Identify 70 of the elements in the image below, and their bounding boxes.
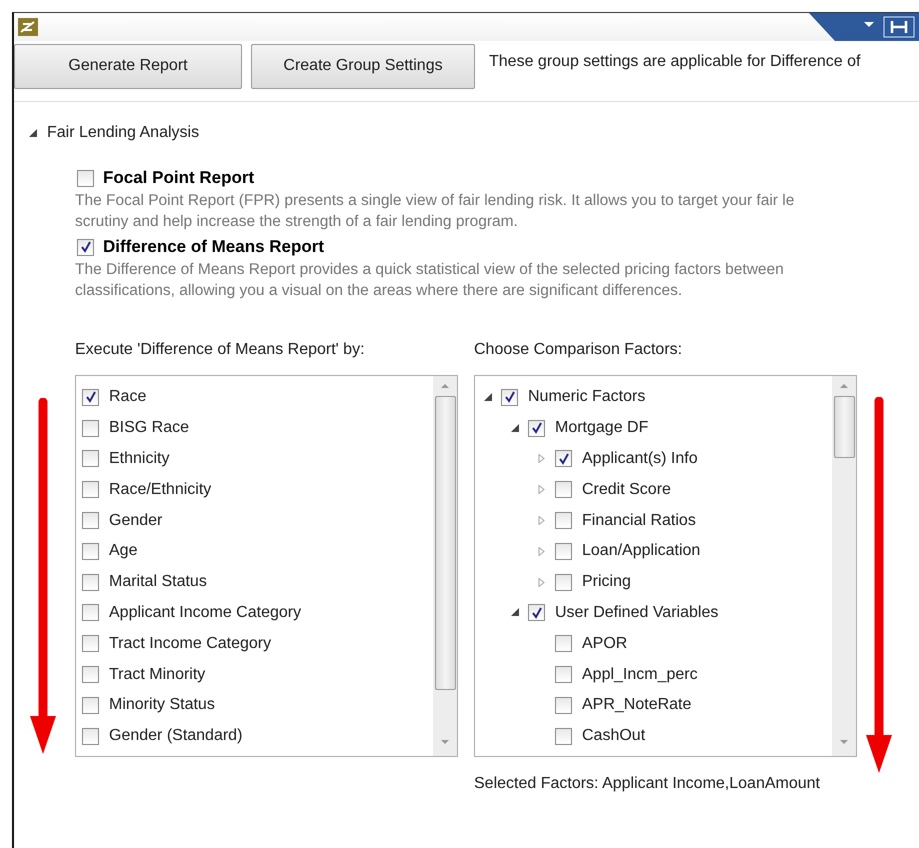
- report-description: The Difference of Means Report provides a quick statistical view of the selected pricing factors between: [75, 260, 785, 280]
- list-item[interactable]: Applicant Income Category: [109, 604, 302, 622]
- checkbox[interactable]: [82, 696, 99, 714]
- checkbox[interactable]: [528, 604, 545, 622]
- scrollbar[interactable]: [433, 376, 457, 756]
- report-label: Focal Point Report: [103, 168, 254, 188]
- list-item[interactable]: Tract Minority: [109, 666, 206, 684]
- checkbox[interactable]: [555, 728, 572, 745]
- collapse-triangle-icon[interactable]: [511, 424, 519, 433]
- list-item[interactable]: Age: [109, 542, 138, 560]
- checkbox[interactable]: [77, 170, 94, 186]
- checkbox[interactable]: [82, 512, 99, 530]
- logo-icon: [18, 18, 38, 36]
- checkbox[interactable]: [82, 420, 99, 437]
- list-item[interactable]: Marital Status: [109, 573, 207, 592]
- tree-item[interactable]: APR_NoteRate: [582, 696, 692, 714]
- list-item[interactable]: Tract Income Category: [109, 634, 272, 653]
- checkbox[interactable]: [528, 420, 545, 437]
- tree-item[interactable]: Mortgage DF: [555, 419, 648, 438]
- checkbox[interactable]: [82, 388, 99, 406]
- list-item[interactable]: Minority Status: [109, 696, 215, 714]
- checkbox[interactable]: [82, 481, 99, 498]
- checkbox[interactable]: [501, 388, 518, 406]
- checkbox[interactable]: [82, 542, 99, 560]
- toolbar-button[interactable]: Create Group Settings: [251, 44, 475, 88]
- list-item[interactable]: Race: [109, 388, 146, 406]
- collapse-triangle-icon[interactable]: [484, 392, 492, 402]
- report-description: classifications, allowing you a visual on the areas where there are significant differences.: [75, 281, 684, 301]
- expand-triangle-icon[interactable]: [29, 129, 37, 137]
- checkbox[interactable]: [555, 450, 572, 468]
- list-label: Execute 'Difference of Means Report' by:: [75, 341, 366, 359]
- checkbox[interactable]: [82, 604, 99, 622]
- tree-label: Choose Comparison Factors:: [474, 341, 684, 359]
- checkbox[interactable]: [555, 666, 572, 684]
- scrollbar[interactable]: [832, 376, 856, 756]
- tree-item[interactable]: Appl_Incm_perc: [582, 666, 698, 684]
- checkbox[interactable]: [555, 512, 572, 530]
- list-item[interactable]: Gender: [109, 512, 162, 530]
- tree-item[interactable]: Pricing: [582, 573, 631, 592]
- section-title: Fair Lending Analysis: [47, 124, 200, 142]
- tree-item[interactable]: User Defined Variables: [555, 604, 718, 622]
- checkbox[interactable]: [555, 574, 572, 591]
- toolbar-button[interactable]: Generate Report: [14, 44, 242, 88]
- checkbox[interactable]: [555, 635, 572, 652]
- list-item[interactable]: BISG Race: [109, 419, 190, 438]
- checkbox[interactable]: [77, 238, 94, 256]
- tree-item[interactable]: Numeric Factors: [528, 388, 646, 406]
- tree-item[interactable]: Loan/Application: [582, 542, 700, 560]
- checkbox[interactable]: [555, 696, 572, 714]
- tree-item[interactable]: Credit Score: [582, 480, 671, 499]
- tree-item[interactable]: Financial Ratios: [582, 512, 696, 530]
- checkbox[interactable]: [82, 450, 99, 468]
- tree-item[interactable]: APOR: [582, 634, 628, 653]
- checkbox[interactable]: [555, 542, 572, 560]
- list-item[interactable]: Gender (Standard): [109, 727, 242, 746]
- collapse-triangle-icon[interactable]: [511, 608, 519, 618]
- report-description: The Focal Point Report (FPR) presents a single view of fair lending risk. It allows you to target your fair le: [75, 191, 796, 211]
- checkbox[interactable]: [82, 574, 99, 591]
- list-item[interactable]: Race/Ethnicity: [109, 480, 212, 499]
- selected-factors: Selected Factors: Applicant Income,LoanAmount: [474, 775, 821, 793]
- report-label: Difference of Means Report: [103, 237, 324, 257]
- tree-item[interactable]: CashOut: [582, 727, 646, 746]
- checkbox[interactable]: [82, 666, 99, 684]
- checkbox[interactable]: [555, 481, 572, 498]
- checkbox[interactable]: [82, 728, 99, 745]
- list-item[interactable]: Ethnicity: [109, 450, 170, 468]
- report-description: scrutiny and help increase the strength of a fair lending program.: [75, 212, 519, 232]
- settings-note: These group settings are applicable for Difference of: [489, 53, 860, 71]
- tree-item[interactable]: Applicant(s) Info: [582, 450, 698, 468]
- checkbox[interactable]: [82, 635, 99, 652]
